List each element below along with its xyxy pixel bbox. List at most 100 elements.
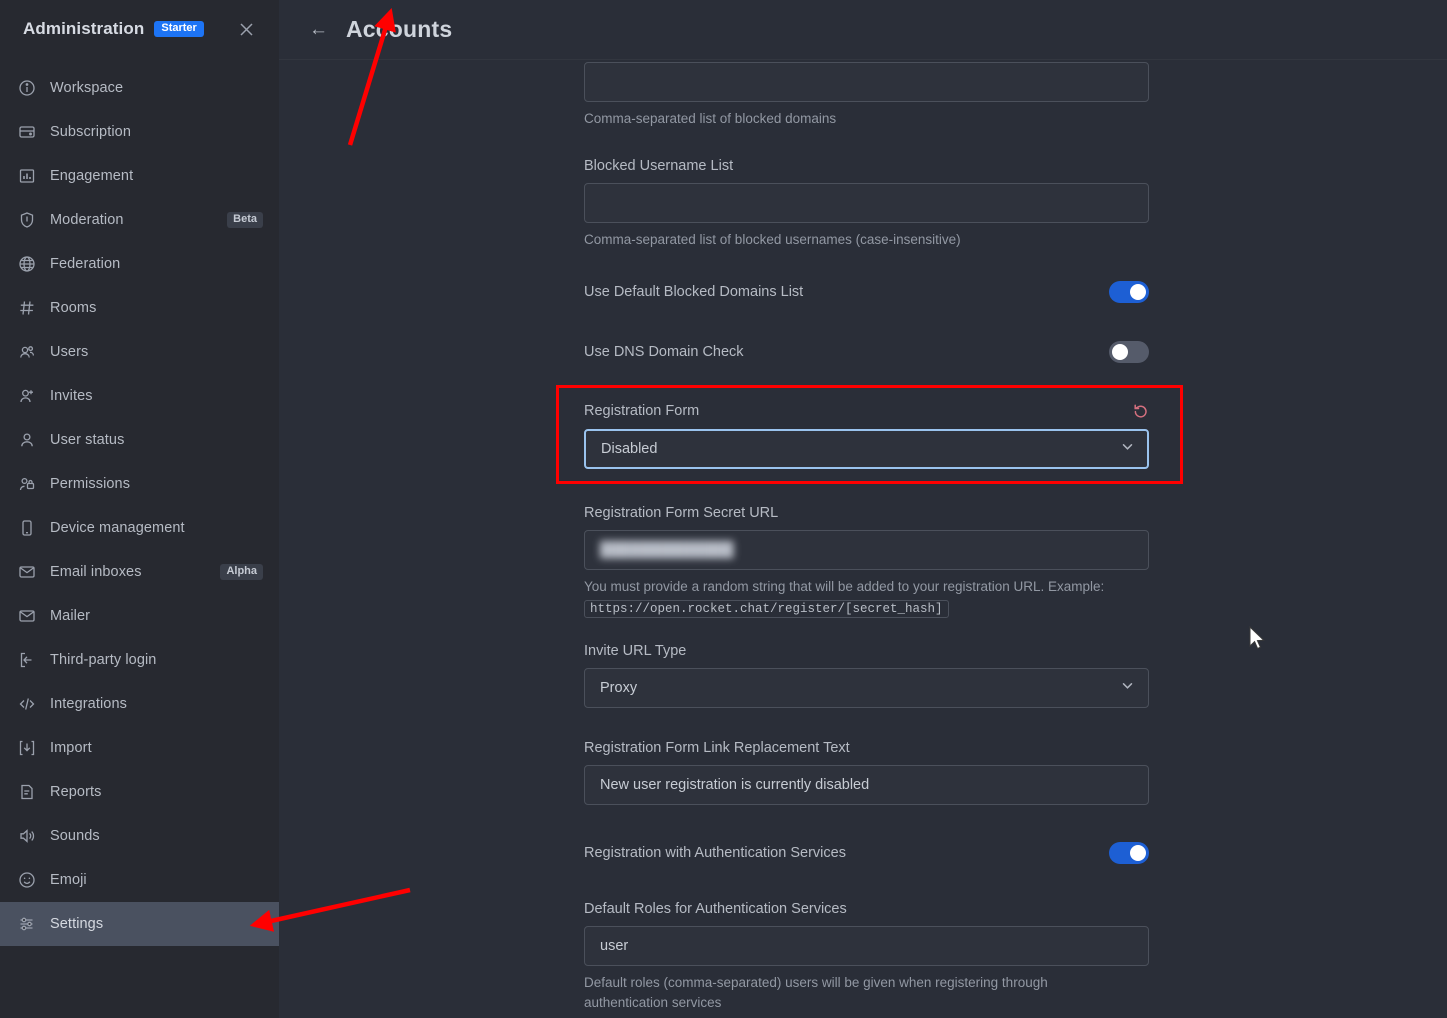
sidebar-item-reports[interactable]: Reports — [0, 770, 279, 814]
default-roles-for-auth-services-label: Default Roles for Authentication Service… — [584, 900, 847, 917]
registration-form-label-row: Registration Form — [584, 403, 1149, 420]
blocked-username-list-hint: Comma-separated list of blocked username… — [584, 232, 961, 248]
smile-icon — [16, 869, 38, 891]
sidebar-item-users[interactable]: Users — [0, 330, 279, 374]
sidebar-item-tag: Alpha — [220, 564, 263, 580]
blocked-domain-list-input[interactable] — [584, 62, 1149, 102]
sidebar-nav: Workspace Subscription Engagement Modera… — [0, 66, 279, 946]
info-circle-icon — [16, 77, 38, 99]
sidebar-item-settings[interactable]: Settings — [0, 902, 279, 946]
field-use-default-blocked-domains: Use Default Blocked Domains List — [584, 280, 1149, 303]
sidebar-item-label: Emoji — [50, 872, 87, 888]
registration-form-secret-url-value: █████████████ — [600, 541, 734, 558]
sidebar-item-label: Integrations — [50, 696, 127, 712]
blocked-username-list-label: Blocked Username List — [584, 158, 734, 175]
use-dns-domain-check-toggle[interactable] — [1109, 340, 1149, 363]
field-default-roles-for-auth-services: Default Roles for Authentication Service… — [584, 901, 1149, 1014]
field-registration-form: Registration Form Disabled — [584, 403, 1149, 469]
registration-form-secret-url-label: Registration Form Secret URL — [584, 504, 779, 521]
sidebar-item-email-inboxes[interactable]: Email inboxes Alpha — [0, 550, 279, 594]
hash-icon — [16, 297, 38, 319]
card-icon — [16, 121, 38, 143]
toggle-knob — [1112, 343, 1128, 360]
user-lock-icon — [16, 473, 38, 495]
sidebar-item-label: User status — [50, 432, 125, 448]
sidebar-item-workspace[interactable]: Workspace — [0, 66, 279, 110]
sidebar-item-label: Third-party login — [50, 652, 157, 668]
use-default-blocked-domains-label: Use Default Blocked Domains List — [584, 283, 804, 300]
sidebar-item-rooms[interactable]: Rooms — [0, 286, 279, 330]
sidebar-item-import[interactable]: Import — [0, 726, 279, 770]
page-title: Accounts — [346, 16, 453, 42]
sidebar-item-mailer[interactable]: Mailer — [0, 594, 279, 638]
invite-url-type-label: Invite URL Type — [584, 642, 687, 659]
sidebar-item-label: Federation — [50, 256, 121, 272]
sidebar-item-label: Device management — [50, 520, 185, 536]
toggle-knob — [1130, 283, 1146, 300]
sidebar-item-sounds[interactable]: Sounds — [0, 814, 279, 858]
sidebar-item-label: Mailer — [50, 608, 91, 624]
sidebar-item-user-status[interactable]: User status — [0, 418, 279, 462]
registration-with-auth-services-label: Registration with Authentication Service… — [584, 844, 846, 861]
login-icon — [16, 649, 38, 671]
sliders-icon — [16, 913, 38, 935]
registration-form-link-replacement-text-input[interactable] — [584, 764, 1149, 805]
registration-form-secret-url-example: https://open.rocket.chat/register/[secre… — [584, 599, 949, 618]
sidebar-item-label: Permissions — [50, 476, 131, 492]
main-panel: ← Accounts Comma-separated list of block… — [279, 0, 1447, 1018]
settings-form: Comma-separated list of blocked domains … — [584, 60, 1149, 1013]
sidebar-item-emoji[interactable]: Emoji — [0, 858, 279, 902]
sidebar-item-invites[interactable]: Invites — [0, 374, 279, 418]
page-header: ← Accounts — [279, 0, 1447, 60]
default-roles-for-auth-services-input[interactable] — [584, 925, 1149, 966]
document-icon — [16, 781, 38, 803]
shield-icon — [16, 209, 38, 231]
sidebar-item-integrations[interactable]: Integrations — [0, 682, 279, 726]
close-icon[interactable] — [233, 16, 259, 42]
field-registration-with-auth-services: Registration with Authentication Service… — [584, 841, 1149, 864]
use-dns-domain-check-label: Use DNS Domain Check — [584, 343, 744, 360]
sidebar-item-label: Workspace — [50, 80, 124, 96]
field-use-dns-domain-check: Use DNS Domain Check — [584, 340, 1149, 363]
registration-form-link-replacement-text-label: Registration Form Link Replacement Text — [584, 739, 850, 756]
registration-form-secret-url-input[interactable]: █████████████ — [584, 529, 1149, 570]
invite-url-type-select[interactable]: Proxy — [584, 667, 1149, 708]
mail-icon — [16, 605, 38, 627]
sidebar-item-third-party-login[interactable]: Third-party login — [0, 638, 279, 682]
reset-icon[interactable] — [1132, 403, 1149, 420]
sidebar-item-device-management[interactable]: Device management — [0, 506, 279, 550]
sidebar-item-permissions[interactable]: Permissions — [0, 462, 279, 506]
user-icon — [16, 429, 38, 451]
registration-form-value: Disabled — [601, 440, 658, 457]
sidebar-item-label: Moderation — [50, 212, 124, 228]
sidebar-item-label: Rooms — [50, 300, 97, 316]
registration-form-select[interactable]: Disabled — [584, 428, 1149, 469]
bar-chart-icon — [16, 165, 38, 187]
registration-with-auth-services-toggle[interactable] — [1109, 841, 1149, 864]
field-blocked-domain-list: Comma-separated list of blocked domains — [584, 62, 1149, 129]
sidebar-item-subscription[interactable]: Subscription — [0, 110, 279, 154]
registration-form-select-wrap: Disabled — [584, 428, 1149, 469]
toggle-knob — [1130, 844, 1146, 861]
import-icon — [16, 737, 38, 759]
field-registration-form-link-replacement-text: Registration Form Link Replacement Text — [584, 740, 1149, 805]
admin-sidebar: Administration Starter Workspace Subscri… — [0, 0, 279, 1018]
sidebar-item-label: Import — [50, 740, 92, 756]
sidebar-item-label: Email inboxes — [50, 564, 142, 580]
blocked-domain-list-hint: Comma-separated list of blocked domains — [584, 111, 837, 126]
invite-url-type-select-wrap: Proxy — [584, 667, 1149, 708]
sidebar-item-label: Engagement — [50, 168, 134, 184]
sidebar-item-label: Users — [50, 344, 89, 360]
user-plus-icon — [16, 385, 38, 407]
sidebar-item-moderation[interactable]: Moderation Beta — [0, 198, 279, 242]
sidebar-item-federation[interactable]: Federation — [0, 242, 279, 286]
use-default-blocked-domains-toggle[interactable] — [1109, 280, 1149, 303]
code-icon — [16, 693, 38, 715]
mobile-icon — [16, 517, 38, 539]
globe-icon — [16, 253, 38, 275]
sidebar-item-tag: Beta — [227, 212, 263, 228]
sidebar-item-engagement[interactable]: Engagement — [0, 154, 279, 198]
blocked-username-list-input[interactable] — [584, 183, 1149, 224]
registration-form-label: Registration Form — [584, 403, 700, 419]
back-arrow-icon[interactable]: ← — [309, 20, 328, 39]
